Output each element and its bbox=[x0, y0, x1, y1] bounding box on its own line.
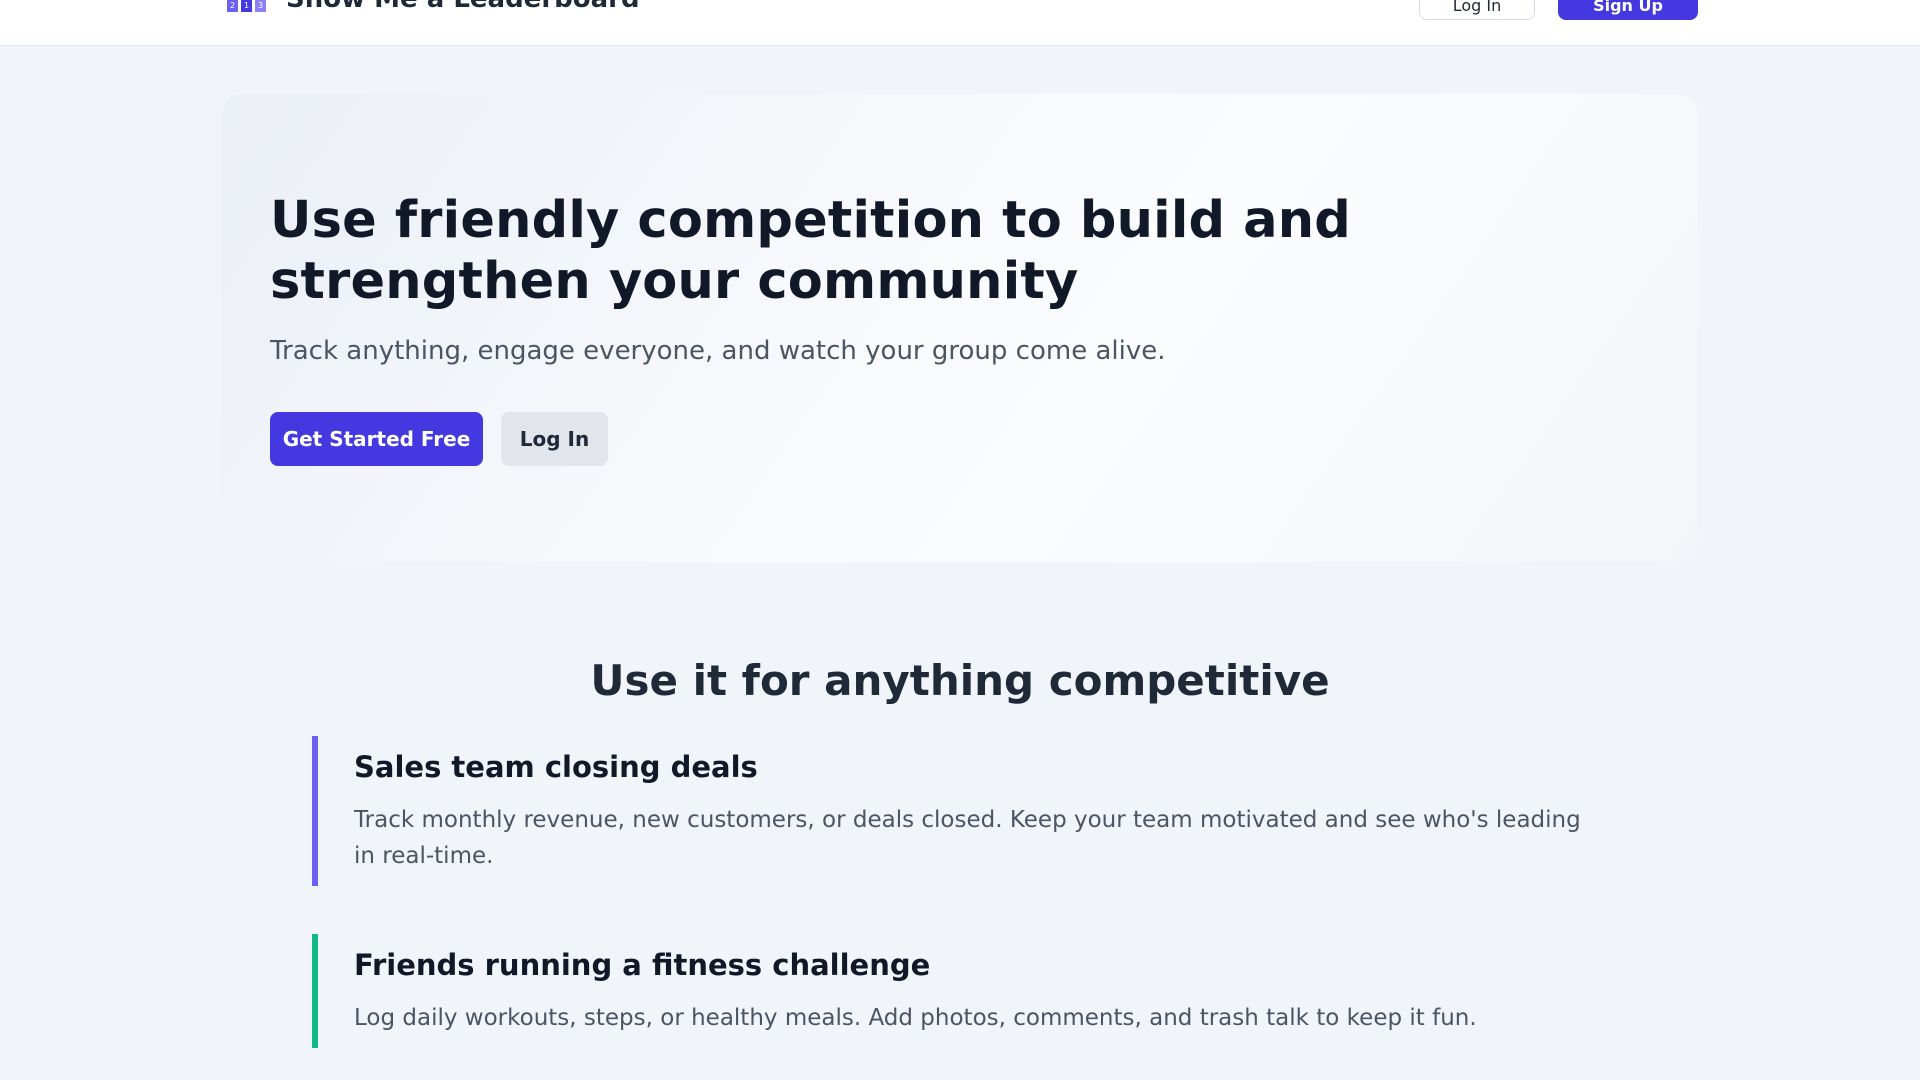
hero-subtitle: Track anything, engage everyone, and wat… bbox=[270, 336, 1166, 366]
nav-login-button[interactable]: Log In bbox=[1419, 0, 1535, 20]
use-cases-heading: Use it for anything competitive bbox=[590, 656, 1330, 705]
use-case-description: Log daily workouts, steps, or healthy me… bbox=[354, 1005, 1477, 1031]
svg-text:2: 2 bbox=[230, 1, 235, 10]
brand-name: Show Me a Leaderboard bbox=[286, 0, 640, 14]
use-case-fitness: Friends running a fitness challenge Log … bbox=[312, 934, 1602, 1048]
svg-text:1: 1 bbox=[244, 1, 249, 10]
top-navbar: 2 1 3 Show Me a Leaderboard Log In Sign … bbox=[0, 0, 1920, 46]
get-started-button[interactable]: Get Started Free bbox=[270, 412, 483, 466]
use-case-title: Sales team closing deals bbox=[354, 750, 758, 784]
podium-icon: 2 1 3 bbox=[227, 0, 266, 12]
use-case-sales: Sales team closing deals Track monthly r… bbox=[312, 736, 1602, 886]
nav-signup-button[interactable]: Sign Up bbox=[1558, 0, 1698, 20]
hero-title: Use friendly competition to build and st… bbox=[270, 191, 1351, 311]
hero-card: Use friendly competition to build and st… bbox=[222, 94, 1698, 562]
svg-text:3: 3 bbox=[258, 1, 263, 10]
use-case-description: Track monthly revenue, new customers, or… bbox=[354, 807, 1581, 869]
use-case-title: Friends running a fitness challenge bbox=[354, 948, 931, 982]
hero-login-button[interactable]: Log In bbox=[501, 412, 608, 466]
